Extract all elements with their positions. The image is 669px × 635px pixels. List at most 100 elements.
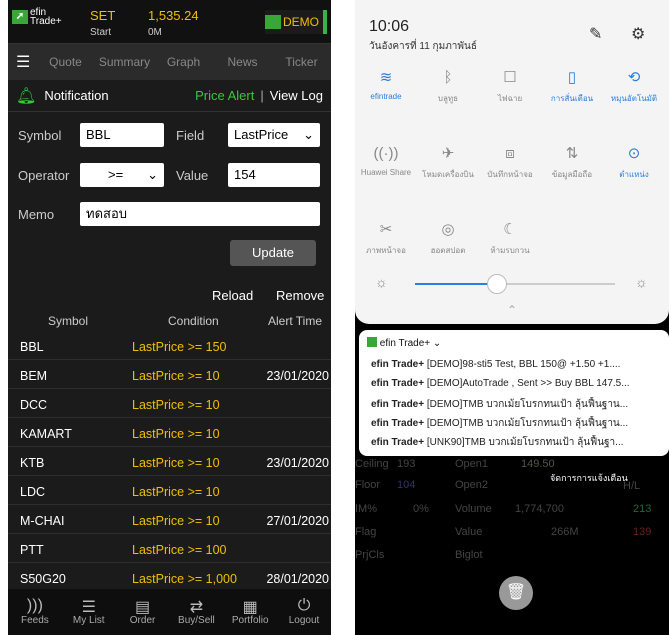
update-button[interactable]: Update	[230, 240, 316, 266]
quick-tile-flashlight[interactable]: ☐ ไฟฉาย	[479, 64, 541, 105]
table-row[interactable]: LDC LastPrice >= 10	[8, 479, 331, 505]
quick-tile-rotate[interactable]: ⟲ หมุนอัตโนมัติ	[603, 64, 665, 105]
quick-tile-hotspot[interactable]: ◎ ฮอตสปอต	[417, 216, 479, 257]
footer-my-list[interactable]: ☰ My List	[62, 589, 116, 635]
quick-tile-label: ข้อมูลมือถือ	[551, 170, 593, 179]
notification-line[interactable]: efin Trade+ [DEMO]TMB บวกเม้ยโบรกทนเป้า …	[371, 397, 665, 412]
notification-text: [UNK90]TMB บวกเม้ยโบรกทนเป้า ลุ้นฟื้นฐา.…	[424, 437, 624, 448]
notification-text: [DEMO]TMB บวกเม้ยโบรกทนเป้า ลุ้นฟื้นฐาน.…	[424, 399, 629, 410]
nav-summary[interactable]: Summary	[95, 55, 154, 69]
col-symbol: Symbol	[48, 314, 89, 328]
nav-quote[interactable]: Quote	[36, 55, 95, 69]
symbol-input[interactable]: BBL	[80, 123, 164, 147]
flashlight-icon: ☐	[503, 69, 517, 86]
quick-tile-wifi[interactable]: ≋ efintrade	[355, 64, 417, 101]
value-label: Value	[176, 168, 209, 183]
demo-badge[interactable]: DEMO	[265, 10, 327, 34]
footer-buy-sell[interactable]: ⇄ Buy/Sell	[169, 589, 223, 635]
settings-icon[interactable]: ⚙	[631, 24, 645, 44]
row-symbol: PTT	[20, 543, 44, 557]
bell-icon: 🔔︎	[16, 87, 37, 105]
market-name[interactable]: SET	[90, 8, 115, 23]
quick-tile-screenshot[interactable]: ✂ ภาพหน้าจอ	[355, 216, 417, 257]
brightness-slider[interactable]	[415, 274, 615, 294]
table-row[interactable]: DCC LastPrice >= 10	[8, 392, 331, 418]
quick-tile-label: Huawei Share	[360, 168, 412, 177]
quick-tile-dnd[interactable]: ☾ ห้ามรบกวน	[479, 216, 541, 257]
footer-portfolio[interactable]: ▦ Portfolio	[223, 589, 277, 635]
table-row[interactable]: M-CHAI LastPrice >= 10 27/01/2020	[8, 508, 331, 534]
quick-tile-label: การสั่นเตือน	[550, 94, 594, 103]
operator-select[interactable]: >= ⌄	[80, 163, 164, 187]
mobile-data-icon: ⇅	[565, 145, 579, 162]
quick-tile-label: ตำแหน่ง	[619, 170, 649, 179]
app-icon	[367, 337, 377, 347]
notification-line[interactable]: efin Trade+ [DEMO]TMB บวกเม้ยโบรกทนเป้า …	[371, 416, 665, 431]
edit-icon[interactable]: ✎	[589, 24, 602, 44]
nav-news[interactable]: News	[213, 55, 272, 69]
notification-source: efin Trade+	[371, 437, 425, 448]
notification-app-header[interactable]: efin Trade+ ⌄	[367, 337, 441, 349]
table-row[interactable]: BBL LastPrice >= 150	[8, 334, 331, 360]
notification-line[interactable]: efin Trade+ [DEMO]98-sti5 Test, BBL 150@…	[371, 359, 665, 370]
notification-text: [DEMO]AutoTrade , Sent >> Buy BBL 147.5.…	[424, 378, 630, 389]
value-input[interactable]: 154	[228, 163, 320, 187]
notification-source: efin Trade+	[371, 378, 425, 389]
field-select[interactable]: LastPrice ⌄	[228, 123, 320, 147]
notification-line[interactable]: efin Trade+ [DEMO]AutoTrade , Sent >> Bu…	[371, 378, 665, 389]
footer-order[interactable]: ▤ Order	[116, 589, 170, 635]
table-row[interactable]: BEM LastPrice >= 10 23/01/2020	[8, 363, 331, 389]
tab-view-log[interactable]: View Log	[270, 88, 323, 103]
row-condition: LastPrice >= 10	[132, 485, 220, 499]
share-icon: ((·))	[373, 145, 399, 162]
manage-notifications[interactable]: จัดการการแจ้งเตือน	[550, 471, 628, 485]
menu-icon[interactable]: ☰	[8, 52, 36, 72]
clear-notifications-button[interactable]: 🗑︎	[499, 576, 533, 610]
bluetooth-icon: ᛒ	[443, 69, 453, 86]
feeds-icon: )))	[26, 597, 43, 614]
notification-card[interactable]: efin Trade+ ⌄ efin Trade+ [DEMO]98-sti5 …	[359, 330, 669, 456]
field-label: Field	[176, 128, 205, 143]
quick-tile-share[interactable]: ((·)) Huawei Share	[355, 140, 417, 177]
footer-feeds[interactable]: ))) Feeds	[8, 589, 62, 635]
quick-tile-airplane[interactable]: ✈ โหมดเครื่องบิน	[417, 140, 479, 181]
clock: 10:06	[369, 18, 410, 35]
quick-tile-label: ห้ามรบกวน	[490, 246, 530, 255]
portfolio-icon: ▦	[242, 599, 258, 616]
notification-line[interactable]: efin Trade+ [UNK90]TMB บวกเม้ยโบรกทนเป้า…	[371, 435, 665, 450]
table-row[interactable]: PTT LastPrice >= 100	[8, 537, 331, 563]
quick-tile-location[interactable]: ⊙ ตำแหน่ง	[603, 140, 665, 181]
efin-app-screen: ➚ efin Trade+ SET Start 1,535.24 0M DEMO…	[8, 0, 331, 635]
tab-price-alert[interactable]: Price Alert	[195, 88, 254, 103]
alert-form: Symbol BBL Field LastPrice ⌄ Operator >= ⌄…	[8, 112, 331, 274]
location-icon: ⊙	[627, 145, 641, 162]
notification-source: efin Trade+	[371, 359, 425, 370]
footer-logout[interactable]: ⏻ Logout	[277, 589, 331, 635]
row-condition: LastPrice >= 1,000	[132, 572, 237, 586]
reload-button[interactable]: Reload	[212, 288, 253, 303]
remove-button[interactable]: Remove	[276, 288, 324, 303]
table-row[interactable]: KAMART LastPrice >= 10	[8, 421, 331, 447]
chevron-down-icon: ⌄	[303, 127, 314, 142]
row-condition: LastPrice >= 10	[132, 427, 220, 441]
row-symbol: M-CHAI	[20, 514, 65, 528]
trash-icon: 🗑︎	[505, 584, 527, 601]
market-bar: ➚ efin Trade+ SET Start 1,535.24 0M DEMO	[8, 0, 331, 44]
tab-separator: |	[260, 88, 264, 103]
table-row[interactable]: KTB LastPrice >= 10 23/01/2020	[8, 450, 331, 476]
col-condition: Condition	[168, 314, 219, 328]
collapse-handle[interactable]: ⌃	[507, 303, 517, 317]
quick-tile-label: โหมดเครื่องบิน	[422, 170, 474, 179]
market-status: Start	[90, 27, 112, 38]
quick-tile-mobile-data[interactable]: ⇅ ข้อมูลมือถือ	[541, 140, 603, 181]
notification-header: 🔔︎ Notification Price Alert | View Log	[8, 80, 331, 112]
quick-tile-label: หมุนอัตโนมัติ	[610, 94, 658, 103]
quick-tile-bluetooth[interactable]: ᛒ บลูทูธ	[417, 64, 479, 105]
nav-graph[interactable]: Graph	[154, 55, 213, 69]
memo-input[interactable]: ทดสอบ	[80, 202, 320, 226]
nav-ticker[interactable]: Ticker	[272, 55, 331, 69]
quick-tile-vibrate[interactable]: ▯ การสั่นเตือน	[541, 64, 603, 105]
quick-tile-screen-record[interactable]: ⧈ บันทึกหน้าจอ	[479, 140, 541, 181]
android-notification-shade: Ceiling 193 Open1 149.50 Floor 104 Open2 H/L…	[355, 0, 669, 635]
app-logo: ➚ efin Trade+	[12, 8, 74, 27]
